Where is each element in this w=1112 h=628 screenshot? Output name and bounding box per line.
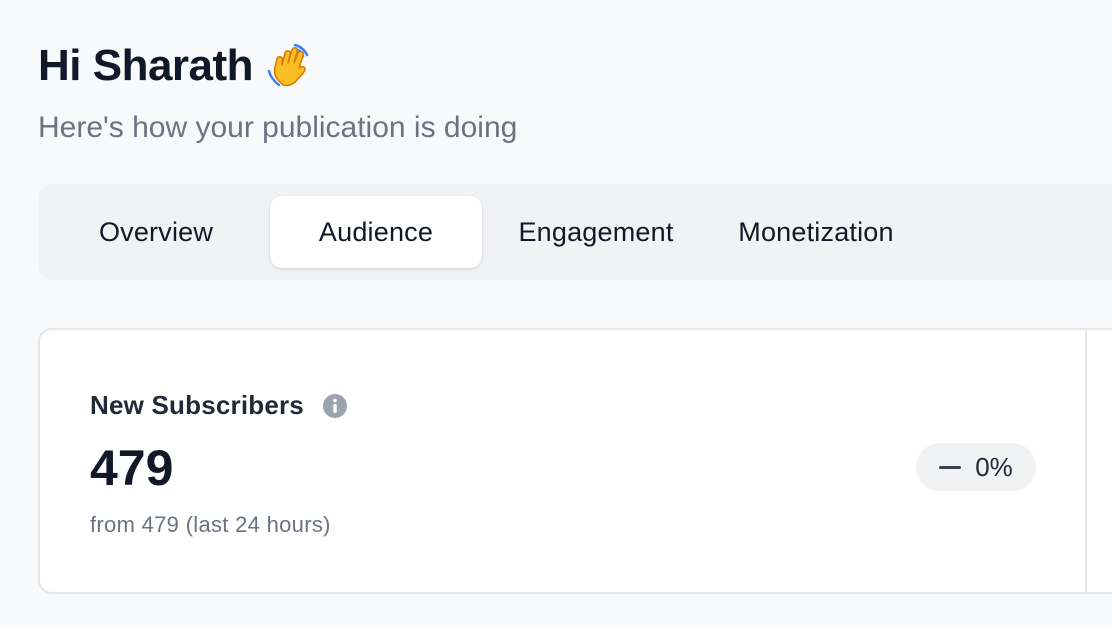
dash-icon bbox=[939, 465, 962, 469]
tab-overview[interactable]: Overview bbox=[48, 196, 264, 268]
tab-audience[interactable]: Audience bbox=[270, 196, 482, 268]
greeting-text: Hi Sharath bbox=[38, 41, 254, 90]
metric-value: 479 bbox=[90, 440, 174, 496]
tab-bar: Overview Audience Engagement Monetizatio… bbox=[38, 184, 1112, 280]
page-title: Hi Sharath bbox=[38, 36, 315, 96]
new-subscribers-card: New Subscribers 479 from 479 (last 24 ho… bbox=[38, 328, 1112, 594]
tab-monetization[interactable]: Monetization bbox=[710, 196, 922, 268]
metric-label-text: New Subscribers bbox=[90, 390, 304, 420]
page-subtitle: Here's how your publication is doing bbox=[38, 111, 518, 144]
metric-label: New Subscribers bbox=[90, 390, 348, 421]
info-icon[interactable] bbox=[322, 393, 348, 419]
change-badge: 0% bbox=[916, 443, 1036, 491]
change-value: 0% bbox=[975, 451, 1013, 482]
waving-hand-icon bbox=[265, 41, 315, 91]
tab-engagement[interactable]: Engagement bbox=[492, 196, 700, 268]
metric-comparison: from 479 (last 24 hours) bbox=[90, 512, 331, 537]
card-divider bbox=[1085, 330, 1087, 592]
